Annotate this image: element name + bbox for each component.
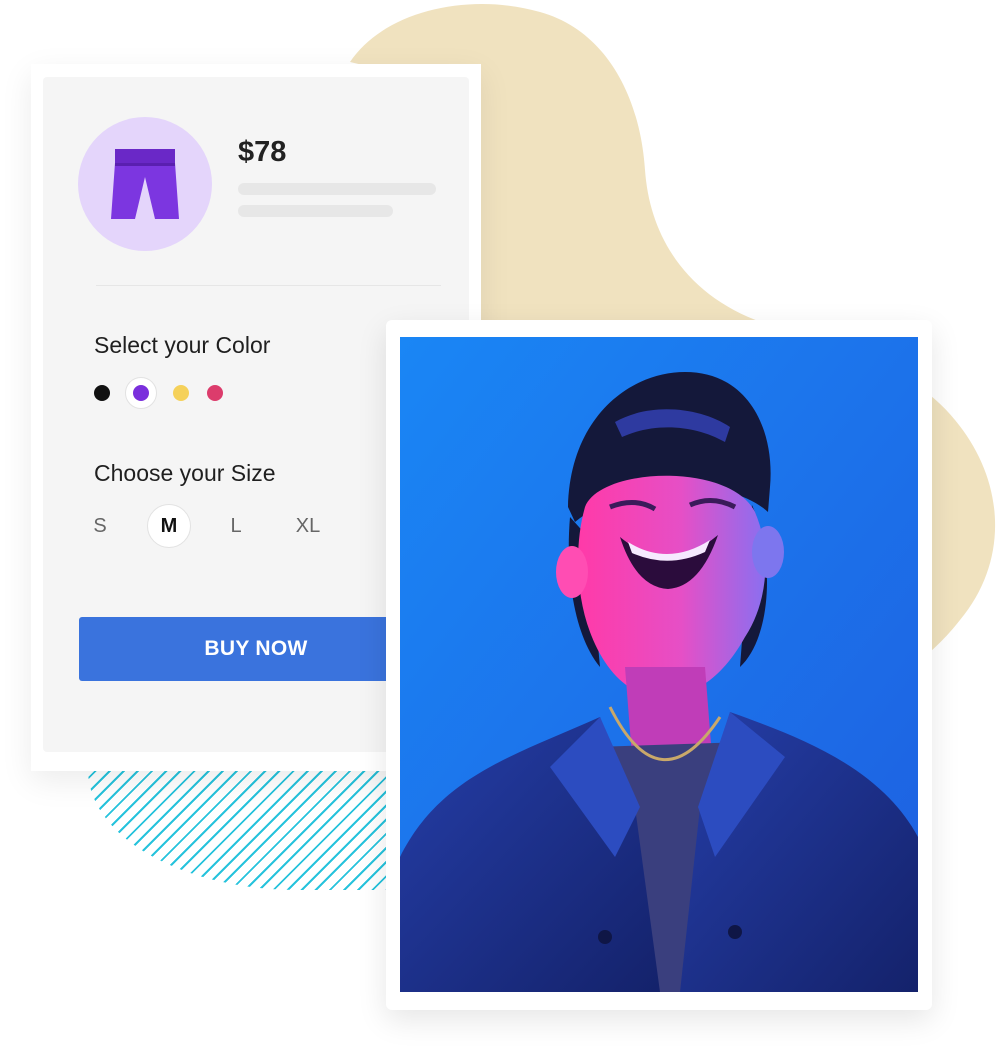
description-placeholder-line	[238, 183, 436, 195]
size-option-l[interactable]: L	[226, 512, 246, 540]
color-swatch-pink[interactable]	[207, 385, 223, 401]
color-swatch-black[interactable]	[94, 385, 110, 401]
product-price: $78	[238, 136, 287, 168]
decorative-stripes	[88, 770, 388, 890]
model-photo-illustration	[400, 337, 918, 992]
description-placeholder-line	[238, 205, 393, 217]
pants-icon	[111, 149, 179, 219]
buy-now-button[interactable]: BUY NOW	[79, 617, 433, 681]
product-avatar	[78, 117, 212, 251]
color-swatch-yellow[interactable]	[173, 385, 189, 401]
size-option-s[interactable]: S	[90, 512, 110, 540]
color-picker-label: Select your Color	[94, 332, 271, 358]
divider	[96, 285, 441, 286]
size-option-xl[interactable]: XL	[291, 512, 325, 540]
size-option-m[interactable]: M	[147, 504, 191, 548]
model-photo	[400, 337, 918, 992]
color-swatch-purple[interactable]	[125, 377, 157, 409]
color-swatch-purple-dot	[133, 385, 149, 401]
size-picker-label: Choose your Size	[94, 460, 276, 486]
